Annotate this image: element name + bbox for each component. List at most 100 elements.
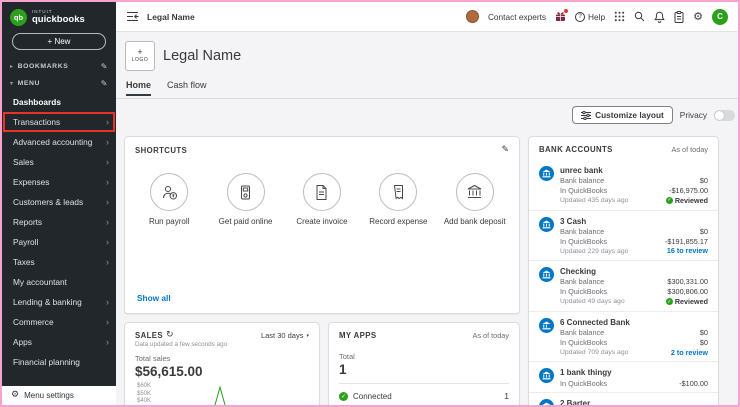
sidebar-section-menu[interactable]: ▾ MENU ✎ [2,75,116,92]
chevron-right-icon: ▸ [10,63,14,70]
sidebar-item-dashboards[interactable]: Dashboards [2,92,116,112]
notification-dot [564,9,569,13]
settings-gear-icon[interactable]: ⚙ [693,11,703,22]
chevron-right-icon: › [106,236,109,247]
help-button[interactable]: ? Help [575,11,605,22]
sidebar-item-label: Payroll [13,237,39,247]
sidebar-item-label: Dashboards [13,97,61,107]
bank-account-row[interactable]: unrec bank Bank balance $0 In QuickBooks -… [529,160,718,211]
show-all-link[interactable]: Show all [137,293,171,303]
bank-account-row[interactable]: 6 Connected Bank Bank balance $0 In Quick… [529,312,718,363]
in-quickbooks-label: In QuickBooks [560,378,608,388]
bank-balance-label: Bank balance [560,277,605,287]
shortcut-get-paid-online[interactable]: Get paid online [210,173,282,227]
sidebar-item-my-accountant[interactable]: My accountant [2,272,116,292]
chevron-right-icon: › [106,336,109,347]
to-review-link[interactable]: 16 to review [667,246,708,256]
contact-experts-link[interactable]: Contact experts [488,12,546,22]
edit-bookmarks-icon[interactable]: ✎ [101,62,108,71]
privacy-label: Privacy [679,110,707,120]
check-icon: ✓ [665,197,673,205]
sidebar-item-advanced-accounting[interactable]: Advanced accounting › [2,132,116,152]
sales-card: SALES ↻ Last 30 days ▾ Data updated a fe… [124,322,320,405]
to-review-link[interactable]: 2 to review [671,348,708,358]
bank-accounts-header: BANK ACCOUNTS As of today [529,137,718,160]
connected-apps-row[interactable]: ✓ Connected 1 [329,384,519,405]
bank-account-row[interactable]: 1 bank thingy In QuickBooks -$100.00 [529,362,718,394]
in-quickbooks-label: In QuickBooks [560,337,608,347]
sidebar-item-payroll[interactable]: Payroll › [2,232,116,252]
bank-balance-label: Bank balance [560,226,605,236]
edit-shortcuts-icon[interactable]: ✎ [501,145,509,155]
sales-chart [214,385,226,405]
sidebar-item-taxes[interactable]: Taxes › [2,252,116,272]
shortcut-record-expense[interactable]: Record expense [362,173,434,227]
updated-label: Updated 229 days ago [560,247,629,255]
apps-grid-icon[interactable] [614,11,625,22]
new-button[interactable]: + New [12,33,106,50]
collapse-sidebar-icon[interactable] [126,11,139,22]
bank-balance-label: Bank balance [560,327,605,337]
sales-chart-ylabels: $60K $50K $40K [131,383,151,404]
in-quickbooks-value: $300,806.00 [667,287,708,297]
bank-icon [539,267,554,283]
gift-icon[interactable] [555,9,569,22]
sidebar-item-label: Taxes [13,257,35,267]
contact-experts-avatar [465,10,479,23]
bank-account-row[interactable]: 3 Cash Bank balance $0 In QuickBooks -$191… [529,211,718,262]
sidebar-item-financial-planning[interactable]: Financial planning [2,352,116,372]
invoice-icon [302,173,341,211]
sidebar-item-sales[interactable]: Sales › [2,152,116,172]
in-quickbooks-value: $0 [699,337,708,347]
customize-layout-button[interactable]: Customize layout [572,106,673,124]
menu-settings-button[interactable]: ⚙ Menu settings [2,386,116,405]
refresh-icon[interactable]: ↻ [166,331,174,340]
y-tick: $50K [136,390,151,397]
sidebar-section-bookmarks[interactable]: ▸ BOOKMARKS ✎ [2,58,116,75]
connected-value: 1 [504,391,509,401]
chevron-right-icon: › [106,216,109,227]
search-icon[interactable] [634,11,645,22]
bank-accounts-title: BANK ACCOUNTS [539,145,613,154]
shortcut-create-invoice[interactable]: Create invoice [286,173,358,227]
bank-account-row[interactable]: Checking Bank balance $300,331.00 In Quic… [529,261,718,312]
bank-account-details: 1 bank thingy In QuickBooks -$100.00 [560,367,708,388]
shortcut-add-bank-deposit[interactable]: Add bank deposit [439,173,511,227]
my-apps-total-value: 1 [339,362,347,377]
customize-layout-label: Customize layout [595,110,664,120]
sidebar-item-apps[interactable]: Apps › [2,332,116,352]
shortcut-run-payroll[interactable]: Run payroll [133,173,205,227]
sales-updated-text: Data updated a few seconds ago [135,341,228,348]
bookmarks-label: BOOKMARKS [17,63,69,70]
sidebar-item-transactions[interactable]: Transactions › [2,112,116,132]
sidebar-item-label: Transactions [13,117,61,127]
sales-header: SALES ↻ Last 30 days ▾ [125,323,319,341]
bank-icon [539,368,554,384]
quickbooks-logo[interactable]: qb INTUIT quickbooks [2,2,116,30]
my-apps-header: MY APPS As of today [329,323,519,346]
privacy-toggle[interactable] [714,109,735,121]
bank-account-details: Checking Bank balance $300,331.00 In Quic… [560,266,708,307]
chevron-right-icon: › [106,296,109,307]
my-apps-title: MY APPS [339,331,377,340]
company-logo-placeholder[interactable]: + LOGO [125,41,155,71]
tab-cash-flow[interactable]: Cash flow [167,80,207,96]
sales-chart-area: $60K $50K $40K [125,379,319,405]
account-name: 2 Barter [560,399,591,405]
account-name: Checking [560,267,597,277]
sidebar-item-reports[interactable]: Reports › [2,212,116,232]
edit-menu-icon[interactable]: ✎ [101,79,108,88]
account-name: unrec bank [560,166,603,175]
tab-home[interactable]: Home [126,80,152,96]
tasks-icon[interactable] [674,10,684,23]
sidebar-item-lending-banking[interactable]: Lending & banking › [2,292,116,312]
sidebar-item-customers-leads[interactable]: Customers & leads › [2,192,116,212]
user-avatar[interactable]: C [712,8,728,25]
sales-period-dropdown[interactable]: Last 30 days ▾ [261,331,309,340]
account-name: 1 bank thingy [560,368,612,378]
bank-account-row[interactable]: 2 Barter In QuickBooks$19,672.00 [529,393,718,405]
notifications-bell-icon[interactable] [654,11,665,23]
as-of-label: As of today [671,145,708,154]
sidebar-item-commerce[interactable]: Commerce › [2,312,116,332]
sidebar-item-expenses[interactable]: Expenses › [2,172,116,192]
